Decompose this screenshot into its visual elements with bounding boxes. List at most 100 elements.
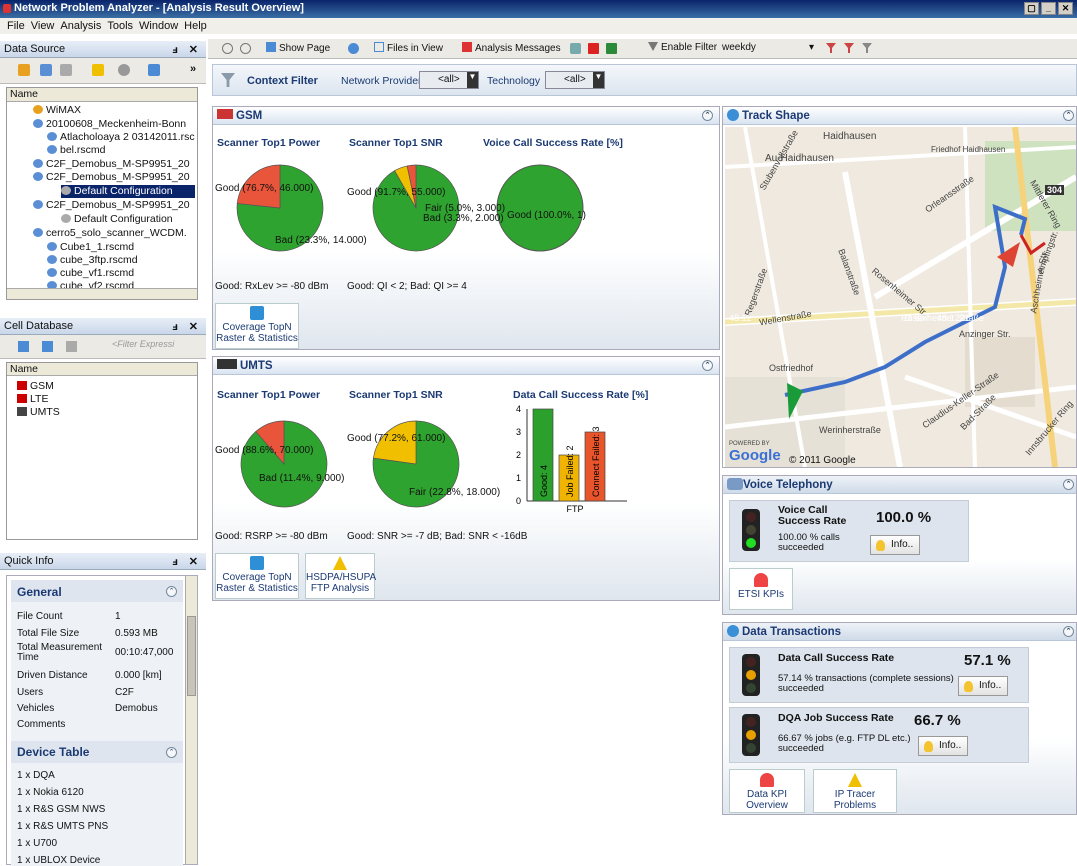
tree-item-file[interactable]: C2F_Demobus_M-SP9951_20 <box>33 199 190 212</box>
device-row: 1 x R&S GSM NWS <box>17 804 106 815</box>
show-page-button[interactable]: Show Page <box>266 42 330 54</box>
coverage-topn-button[interactable]: Coverage TopN Raster & Statistics <box>215 303 299 349</box>
excel-icon[interactable] <box>606 43 617 54</box>
files-in-view-button[interactable]: Files in View <box>374 42 443 54</box>
view-icon[interactable] <box>148 64 160 76</box>
horizontal-scrollbar[interactable] <box>7 288 197 299</box>
chart-title: Scanner Top1 SNR <box>349 389 443 401</box>
chart-title: Scanner Top1 Power <box>217 389 321 401</box>
coverage-topn-button[interactable]: Coverage TopN Raster & Statistics <box>215 553 299 599</box>
menu-analysis[interactable]: Analysis <box>57 20 104 34</box>
tree-item-config[interactable]: Default Configuration <box>61 213 173 226</box>
info-button[interactable]: Info.. <box>918 736 969 756</box>
overflow-chevron-icon[interactable]: » <box>190 63 196 75</box>
collapse-icon[interactable]: ⌃ <box>702 110 713 121</box>
analysis-messages-button[interactable]: Analysis Messages <box>462 42 561 54</box>
tree-item-file[interactable]: C2F_Demobus_M-SP9951_20 <box>33 171 190 184</box>
menu-window[interactable]: Window <box>136 20 181 34</box>
tree-item-file[interactable]: cube_vf1.rscmd <box>47 267 134 280</box>
data-source-title: Data Source <box>4 43 66 55</box>
data-kpi-overview-button[interactable]: Data KPI Overview <box>729 769 805 813</box>
umts-panel-header: UMTS ⌃ <box>213 357 719 375</box>
add-icon[interactable] <box>40 64 52 76</box>
filter-add-icon[interactable] <box>844 43 854 53</box>
filter-red-icon[interactable] <box>826 43 836 53</box>
chart-title: Voice Call Success Rate [%] <box>483 137 623 149</box>
network-provider-select[interactable]: <all> ▼ <box>419 71 479 89</box>
tree-item-umts[interactable]: UMTS <box>17 406 60 419</box>
tree-item-gsm[interactable]: GSM <box>17 380 54 393</box>
refresh-icon[interactable] <box>348 43 359 54</box>
data-call-kpi-card: Data Call Success Rate 57.1 % 57.14 % tr… <box>729 647 1029 703</box>
info-button[interactable]: Info.. <box>870 535 921 555</box>
kpi-detail: 57.14 % transactions (complete sessions)… <box>778 673 954 694</box>
tree-item-file[interactable]: Atlacholoaya 2 03142011.rsc <box>47 131 195 144</box>
etsi-kpis-button[interactable]: ETSI KPIs <box>729 568 793 610</box>
ip-tracer-problems-button[interactable]: IP Tracer Problems <box>813 769 897 813</box>
collapse-icon[interactable]: ⌃ <box>1063 479 1074 490</box>
cell-db-title: Cell Database <box>4 320 74 332</box>
close-icon[interactable]: ✕ <box>1058 2 1073 15</box>
device-table-heading: Device Table <box>17 745 90 759</box>
tree-item-file[interactable]: bel.rscmd <box>47 144 106 157</box>
remove-icon[interactable] <box>60 64 72 76</box>
collapse-icon[interactable]: ⌃ <box>166 747 177 758</box>
menu-view[interactable]: View <box>28 20 58 34</box>
map-view[interactable]: Haidhausen Au-Haidhausen Friedhof Haidha… <box>725 127 1076 467</box>
map-route-shield: 304 <box>1045 185 1065 195</box>
filter-clear-icon[interactable] <box>862 43 872 53</box>
pane-controls[interactable]: ⅎ ✕ <box>172 555 202 568</box>
pie-label-good: Good (100.0%, 1) <box>507 210 586 221</box>
tree-item-file[interactable]: C2F_Demobus_M-SP9951_20 <box>33 158 190 171</box>
hsdpa-analysis-button[interactable]: HSDPA/HSUPA FTP Analysis <box>305 553 376 599</box>
forward-icon[interactable] <box>240 43 251 54</box>
db-edit-icon[interactable] <box>42 341 53 352</box>
technology-label: Technology <box>487 75 541 87</box>
track-shape-title: Track Shape <box>742 110 810 122</box>
pie-label-bad: Bad (11.4%, 9.000) <box>259 473 345 484</box>
filter-expression-input[interactable]: <Filter Expressi <box>98 339 198 354</box>
db-disabled-icon[interactable] <box>66 341 77 352</box>
open-icon[interactable] <box>18 64 30 76</box>
kpi-title: DQA Job Success Rate <box>778 712 894 724</box>
tree-item-selected-config[interactable]: Default Configuration <box>61 185 195 198</box>
tree-item-wimax[interactable]: WiMAX <box>33 104 81 117</box>
tree-item-lte[interactable]: LTE <box>17 393 48 406</box>
filter-select[interactable]: weekdy ▾ <box>722 42 814 53</box>
disk-icon[interactable] <box>118 64 130 76</box>
umts-logo-icon <box>217 359 237 369</box>
restore-icon[interactable]: ▢ <box>1024 2 1039 15</box>
export-icon[interactable] <box>570 43 581 54</box>
vertical-scrollbar[interactable] <box>185 576 197 864</box>
tree-item-file[interactable]: 20100608_Meckenheim-Bonn <box>33 118 186 131</box>
pdf-icon[interactable] <box>588 43 599 54</box>
scrollbar-thumb[interactable] <box>187 616 196 696</box>
enable-filter-button[interactable]: Enable Filter <box>648 42 717 53</box>
collapse-icon[interactable]: ⌃ <box>166 586 177 597</box>
kpi-detail: 100.00 % calls succeeded <box>778 532 840 553</box>
tree-item-file[interactable]: Cube1_1.rscmd <box>47 241 134 254</box>
collapse-icon[interactable]: ⌃ <box>1063 626 1074 637</box>
folder-icon[interactable] <box>92 64 104 76</box>
phone-icon <box>727 478 743 490</box>
general-section-header[interactable]: General ⌃ <box>11 580 183 602</box>
collapse-icon[interactable]: ⌃ <box>702 360 713 371</box>
menu-help[interactable]: Help <box>181 20 210 34</box>
pane-controls[interactable]: ⅎ ✕ <box>172 320 202 333</box>
minimize-icon[interactable]: _ <box>1041 2 1056 15</box>
collapse-icon[interactable]: ⌃ <box>1063 110 1074 121</box>
tree-item-file[interactable]: cube_3ftp.rscmd <box>47 254 138 267</box>
info-button[interactable]: Info.. <box>958 676 1009 696</box>
window-title-bar: Network Problem Analyzer - [Analysis Res… <box>0 0 1077 18</box>
pane-controls[interactable]: ⅎ ✕ <box>172 43 202 56</box>
context-filter-bar: Context Filter Network Provider <all> ▼ T… <box>212 64 1077 96</box>
snr-threshold-note: Good: QI < 2; Bad: QI >= 4 <box>347 281 467 292</box>
db-icon[interactable] <box>18 341 29 352</box>
menu-file[interactable]: File <box>4 20 28 34</box>
device-table-header[interactable]: Device Table ⌃ <box>11 741 183 763</box>
menu-tools[interactable]: Tools <box>104 20 136 34</box>
technology-select[interactable]: <all> ▼ <box>545 71 605 89</box>
kv-key: Driven Distance <box>17 670 88 681</box>
back-icon[interactable] <box>222 43 233 54</box>
tree-item-file[interactable]: cerro5_solo_scanner_WCDM. <box>33 227 187 240</box>
